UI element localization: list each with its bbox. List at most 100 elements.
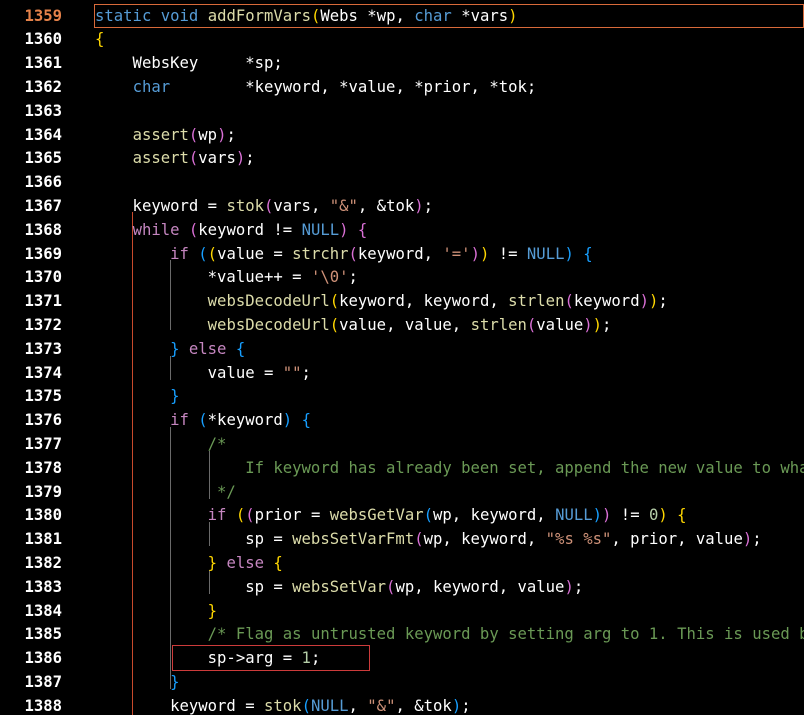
code-token: , prior, value — [611, 530, 743, 549]
code-token: ) — [639, 292, 649, 311]
code-line[interactable]: if ((value = strchr(keyword, '=')) != NU… — [95, 243, 593, 267]
code-line[interactable]: if ((prior = websGetVar(wp, keyword, NUL… — [95, 504, 687, 528]
code-line[interactable]: keyword = stok(NULL, "&", &tok); — [95, 695, 471, 715]
code-token: { — [301, 411, 311, 430]
code-token: { — [95, 30, 105, 49]
line-number: 1386 — [24, 649, 62, 668]
code-line[interactable]: if (*keyword) { — [95, 409, 311, 433]
code-token: strlen — [470, 315, 527, 334]
code-line[interactable]: keyword = stok(vars, "&", &tok); — [95, 195, 433, 219]
code-line[interactable]: websDecodeUrl(keyword, keyword, strlen(k… — [95, 290, 668, 314]
code-token: NULL — [301, 220, 340, 239]
code-token: ( — [329, 292, 340, 311]
code-token: ) — [658, 506, 668, 525]
code-line[interactable]: sp->arg = 1; — [95, 647, 321, 671]
code-token: ; — [658, 292, 668, 311]
code-token: ) — [282, 411, 293, 430]
code-token: else — [188, 339, 227, 358]
code-token: *value++ = — [95, 268, 311, 287]
code-line[interactable]: } — [95, 600, 217, 624]
code-token: ; — [245, 149, 255, 168]
code-line[interactable]: *value++ = '\0'; — [95, 266, 358, 290]
code-token: websDecodeUrl — [207, 292, 330, 311]
code-line[interactable]: while (keyword != NULL) { — [95, 219, 368, 243]
code-line[interactable]: } — [95, 385, 179, 409]
code-token: keyword != — [198, 220, 302, 239]
code-token: { — [677, 506, 687, 525]
code-line[interactable]: sp = websSetVar(wp, keyword, value); — [95, 576, 583, 600]
code-line[interactable]: value = ""; — [95, 362, 311, 386]
code-line[interactable]: } — [95, 671, 179, 695]
code-token: ; — [423, 196, 434, 215]
code-token: "&" — [329, 196, 358, 215]
line-number: 1372 — [24, 315, 62, 334]
code-line[interactable]: */ — [95, 481, 236, 505]
code-line[interactable]: WebsKey *sp; — [95, 52, 283, 76]
code-token: "" — [282, 363, 302, 382]
code-line[interactable]: } else { — [95, 338, 245, 362]
code-token: keyword, — [357, 244, 443, 263]
code-token: addFormVars — [207, 6, 311, 25]
line-number: 1384 — [24, 601, 62, 620]
code-token: ; — [602, 315, 612, 334]
code-token: ) — [592, 506, 603, 525]
line-number: 1388 — [24, 696, 62, 715]
code-token: strchr — [292, 244, 349, 263]
code-token: != — [489, 244, 527, 263]
code-line[interactable]: assert(wp); — [95, 124, 236, 148]
code-line[interactable]: static void addFormVars(Webs *wp, char *… — [95, 5, 518, 29]
code-line[interactable]: /* Flag as untrusted keyword by setting … — [95, 623, 804, 647]
code-token: *vars — [451, 6, 509, 25]
code-token: ( — [564, 292, 574, 311]
code-token: , &tok — [395, 696, 452, 715]
code-token: prior = — [254, 506, 330, 525]
code-line[interactable]: char *keyword, *value, *prior, *tok; — [95, 76, 537, 100]
code-token: ) — [592, 315, 603, 334]
line-number: 1373 — [24, 339, 62, 358]
code-line[interactable]: sp = websSetVarFmt(wp, keyword, "%s %s",… — [95, 528, 762, 552]
code-line[interactable]: websDecodeUrl(value, value, strlen(value… — [95, 314, 612, 338]
code-token: char — [132, 77, 171, 96]
code-line[interactable]: If keyword has already been set, append … — [95, 457, 804, 481]
code-token: websSetVar — [292, 577, 387, 596]
line-number: 1360 — [24, 30, 62, 49]
code-token: wp, keyword, value — [395, 577, 565, 596]
code-token: { — [235, 339, 246, 358]
code-token: ; — [752, 530, 762, 549]
code-token: ( — [301, 696, 311, 715]
code-editor[interactable]: 1359 1360 1361 1362 1363 1364 1365 1366 1367 1368… — [0, 0, 804, 715]
code-line[interactable]: } else { — [95, 552, 283, 576]
line-number: 1383 — [24, 577, 62, 596]
line-number: 1381 — [24, 530, 62, 549]
code-token: value = — [217, 244, 293, 263]
code-token: ( — [188, 149, 199, 168]
code-area[interactable]: static void addFormVars(Webs *wp, char *… — [94, 0, 804, 715]
code-token: ( — [264, 196, 274, 215]
code-token: char — [414, 6, 452, 25]
code-line[interactable]: assert(vars); — [95, 147, 255, 171]
code-token: sp = — [95, 577, 293, 596]
line-number: 1359 — [24, 6, 62, 25]
code-line[interactable]: /* — [95, 433, 227, 457]
code-token: ) — [583, 315, 593, 334]
code-line[interactable]: { — [95, 28, 104, 52]
line-number: 1365 — [24, 149, 62, 168]
code-token: wp, keyword, — [423, 530, 546, 549]
code-token: , — [348, 696, 368, 715]
code-token: ( — [423, 506, 434, 525]
code-token: ) — [451, 696, 462, 715]
